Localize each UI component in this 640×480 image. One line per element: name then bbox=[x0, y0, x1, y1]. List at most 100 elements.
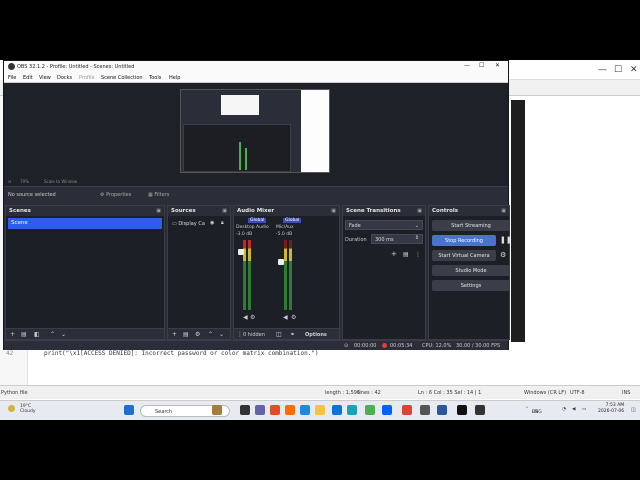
trash-icon[interactable]: ▤ bbox=[183, 331, 189, 338]
mixer-ch2-fader[interactable] bbox=[278, 259, 284, 265]
explorer-icon[interactable] bbox=[315, 405, 325, 415]
menu-profile[interactable]: Profile bbox=[79, 75, 95, 81]
gear-icon[interactable]: ⚙ bbox=[500, 251, 506, 259]
mail-icon[interactable] bbox=[332, 405, 342, 415]
scene-item[interactable]: Scene bbox=[8, 218, 162, 229]
studio-mode-button[interactable]: Studio Mode bbox=[432, 265, 510, 276]
options-button[interactable]: Options bbox=[305, 332, 327, 338]
lock-icon[interactable]: 🔒︎ bbox=[221, 220, 224, 226]
menu-view[interactable]: View bbox=[39, 75, 51, 81]
dock-pin-icon[interactable]: ▣ bbox=[331, 208, 336, 214]
maximize-icon[interactable]: ☐ bbox=[614, 65, 622, 75]
close-icon[interactable]: ✕ bbox=[630, 65, 638, 75]
mixer-ch2-db: -5.0 dB bbox=[276, 232, 293, 237]
link-icon[interactable]: ⚭ bbox=[290, 331, 295, 338]
menu-file[interactable]: File bbox=[8, 75, 16, 81]
trash-icon[interactable]: ▤ bbox=[21, 331, 27, 338]
volume-icon[interactable]: ◀︎ bbox=[572, 407, 575, 412]
chevron-up-icon[interactable]: ⌃ bbox=[525, 407, 529, 412]
chevron-up-icon[interactable]: ⌃ bbox=[50, 331, 55, 338]
notification-icon[interactable]: ◫ bbox=[631, 407, 636, 413]
chevron-down-icon[interactable]: ⌄ bbox=[61, 331, 66, 338]
gear-icon[interactable]: ⚙ bbox=[250, 314, 255, 321]
no-source-label: No source selected bbox=[8, 192, 56, 198]
minimize-icon[interactable]: — bbox=[464, 62, 470, 69]
widget-icon[interactable] bbox=[212, 405, 222, 415]
dropbox-icon[interactable] bbox=[382, 405, 392, 415]
pause-icon[interactable]: ❚❚ bbox=[500, 236, 512, 244]
add-icon[interactable]: + bbox=[10, 331, 15, 338]
dock-pin-icon[interactable]: ▣ bbox=[501, 208, 506, 214]
mixer-ch1-meter bbox=[248, 240, 251, 310]
wifi-icon[interactable]: ◔ bbox=[562, 407, 566, 412]
dock-pin-icon[interactable]: ▣ bbox=[156, 208, 161, 214]
menu-help[interactable]: Help bbox=[169, 75, 180, 81]
minimize-icon[interactable]: — bbox=[598, 65, 607, 75]
zoom-level[interactable]: 79% bbox=[20, 179, 29, 184]
copilot-icon[interactable] bbox=[270, 405, 280, 415]
edge-icon[interactable] bbox=[300, 405, 310, 415]
teams-icon[interactable] bbox=[255, 405, 265, 415]
maximize-icon[interactable]: ☐ bbox=[479, 62, 484, 69]
firefox-icon[interactable] bbox=[285, 405, 295, 415]
start-icon[interactable] bbox=[124, 405, 134, 415]
mixer-ch1-fader[interactable] bbox=[238, 248, 244, 255]
properties-button[interactable]: ⚙ Properties bbox=[96, 190, 135, 200]
menu-tools[interactable]: Tools bbox=[149, 75, 161, 81]
speaker-icon[interactable]: ◀︎ bbox=[283, 314, 288, 321]
stream-time: 00:00:00 bbox=[354, 343, 377, 349]
mixer-hidden-count: 0 hidden bbox=[243, 332, 265, 338]
task-view-icon[interactable] bbox=[240, 405, 250, 415]
transitions-header: Scene Transitions ▣ bbox=[343, 206, 425, 216]
gear-icon[interactable]: ⚙ bbox=[195, 331, 200, 338]
speaker-icon[interactable]: ◀︎ bbox=[243, 314, 248, 321]
more-icon[interactable]: ⋮ bbox=[415, 251, 421, 258]
chevron-down-icon[interactable]: ⌄ bbox=[219, 331, 224, 338]
start-streaming-button[interactable]: Start Streaming bbox=[432, 220, 510, 231]
duration-input[interactable]: 300 ms ⇕ bbox=[371, 234, 423, 244]
sources-footer: + ▤ ⚙ ⌃ ⌄ bbox=[168, 328, 230, 339]
source-item[interactable]: ▭ Display Ca ◉ 🔒︎ bbox=[170, 218, 228, 229]
taskbar: 19°CCloudy ⌕ Search ⌃ ENGUS ◔ ◀︎ ▭ 7:53 … bbox=[0, 400, 640, 420]
chevron-up-icon[interactable]: ⌃ bbox=[208, 331, 213, 338]
cursor-info: Ln : 6 Col : 35 Sel : 14 | 1 bbox=[418, 390, 482, 396]
dock-pin-icon[interactable]: ▣ bbox=[222, 208, 227, 214]
preview-canvas[interactable] bbox=[180, 89, 330, 173]
dock-pin-icon[interactable]: ▣ bbox=[417, 208, 422, 214]
mixer-ch2-name[interactable]: Mic/Aux bbox=[276, 225, 294, 230]
app-icon[interactable] bbox=[420, 405, 430, 415]
add-icon[interactable]: + bbox=[391, 250, 397, 258]
chrome-icon[interactable] bbox=[402, 405, 412, 415]
transition-select[interactable]: Fade ⌄ bbox=[345, 220, 423, 230]
chevron-down-icon: ⌄ bbox=[414, 223, 419, 229]
trash-icon[interactable]: ▤ bbox=[403, 251, 409, 258]
battery-icon[interactable]: ▭ bbox=[582, 407, 586, 412]
stepper-icon[interactable]: ⇕ bbox=[415, 235, 419, 241]
menu-scene-collection[interactable]: Scene Collection bbox=[101, 75, 143, 81]
stop-recording-button[interactable]: Stop Recording bbox=[432, 235, 496, 246]
filter-icon[interactable]: ◧ bbox=[34, 331, 40, 338]
weather-widget[interactable]: 19°C Cloudy bbox=[20, 404, 36, 414]
menu-docks[interactable]: Docks bbox=[57, 75, 72, 81]
mixer-ch1-name[interactable]: Desktop Audio bbox=[236, 225, 269, 230]
menu-edit[interactable]: Edit bbox=[23, 75, 33, 81]
add-icon[interactable]: + bbox=[172, 331, 177, 338]
eye-icon[interactable]: ◉ bbox=[210, 220, 214, 226]
filters-button[interactable]: ▦ Filters bbox=[144, 190, 173, 200]
gear-icon[interactable]: ⚙ bbox=[291, 314, 296, 321]
close-icon[interactable]: ✕ bbox=[495, 62, 500, 69]
start-virtual-camera-button[interactable]: Start Virtual Camera bbox=[432, 250, 496, 261]
audio-mixer-dock: Audio Mixer ▣ Global Desktop Audio -3.0 d… bbox=[233, 205, 340, 340]
layout-icon[interactable]: ◫ bbox=[276, 331, 282, 338]
scale-mode[interactable]: Scale to Window bbox=[44, 179, 77, 184]
clock[interactable]: 7:53 AM 2026-07-06 bbox=[598, 403, 624, 415]
obs-taskbar-icon[interactable] bbox=[457, 405, 467, 415]
zoom-icon[interactable]: ⊟ bbox=[8, 179, 11, 184]
edge-dev-icon[interactable] bbox=[347, 405, 357, 415]
notepad-plus-icon[interactable] bbox=[365, 405, 375, 415]
settings-button[interactable]: Settings bbox=[432, 280, 510, 291]
word-icon[interactable] bbox=[437, 405, 447, 415]
code-line[interactable]: print("\x1[ACCESS DENIED]: Incorrect pas… bbox=[44, 350, 319, 357]
terminal-icon[interactable] bbox=[475, 405, 485, 415]
weather-icon[interactable] bbox=[8, 405, 15, 412]
